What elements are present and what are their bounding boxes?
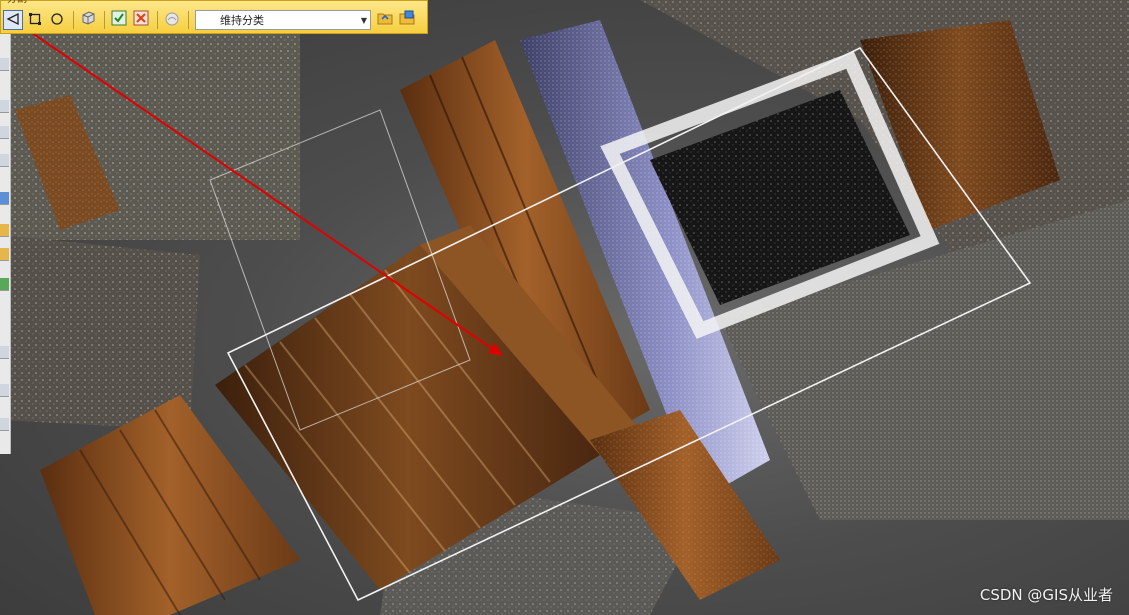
left-strip-tool[interactable]: [0, 154, 9, 167]
point-cloud-viewport[interactable]: [0, 0, 1129, 615]
classification-mode-value: 维持分类: [220, 14, 264, 27]
left-strip-tool[interactable]: [0, 58, 9, 71]
left-strip-tool[interactable]: [0, 192, 9, 205]
toolbar-separator: [73, 11, 74, 29]
chevron-down-icon[interactable]: ▼: [358, 16, 370, 25]
export-folder-icon: [399, 10, 415, 30]
confirm-selection-button[interactable]: [109, 10, 129, 30]
open-folder-icon: [377, 10, 393, 30]
left-tool-strip: [0, 34, 11, 454]
cloud-tool-button[interactable]: [162, 10, 182, 30]
left-strip-tool[interactable]: [0, 346, 9, 359]
cancel-selection-icon: [133, 10, 149, 30]
open-folder-button[interactable]: [375, 10, 395, 30]
polygon-select-button[interactable]: [3, 10, 23, 30]
left-strip-tool[interactable]: [0, 248, 9, 261]
left-strip-tool[interactable]: [0, 418, 9, 431]
toolbar-separator: [104, 11, 105, 29]
cube-view-button[interactable]: [78, 10, 98, 30]
segment-toolbar: 分割: [0, 0, 428, 34]
cancel-selection-button[interactable]: [131, 10, 151, 30]
left-strip-tool[interactable]: [0, 278, 9, 291]
point-cloud-scene: [0, 0, 1129, 615]
classification-mode-select[interactable]: 维持分类 ▼: [195, 10, 371, 30]
export-folder-button[interactable]: [397, 10, 417, 30]
toolbar-separator: [188, 11, 189, 29]
toolbar-separator: [157, 11, 158, 29]
circle-select-button[interactable]: [47, 10, 67, 30]
left-strip-tool[interactable]: [0, 100, 9, 113]
cube-view-tool-icon: [80, 10, 96, 30]
rectangle-select-button[interactable]: [25, 10, 45, 30]
toolbar-row: 维持分类 ▼: [3, 8, 427, 32]
toolbar-title: 分割: [7, 0, 27, 6]
confirm-selection-icon: [111, 10, 127, 30]
left-strip-tool[interactable]: [0, 384, 9, 397]
circle-select-tool-icon: [50, 11, 64, 30]
rectangle-select-tool-icon: [28, 11, 42, 30]
watermark-text: CSDN @GIS从业者: [979, 586, 1113, 604]
cloud-tool-icon: [164, 10, 180, 30]
polygon-select-tool-icon: [6, 11, 20, 30]
left-strip-tool[interactable]: [0, 224, 9, 237]
left-strip-tool[interactable]: [0, 126, 9, 139]
